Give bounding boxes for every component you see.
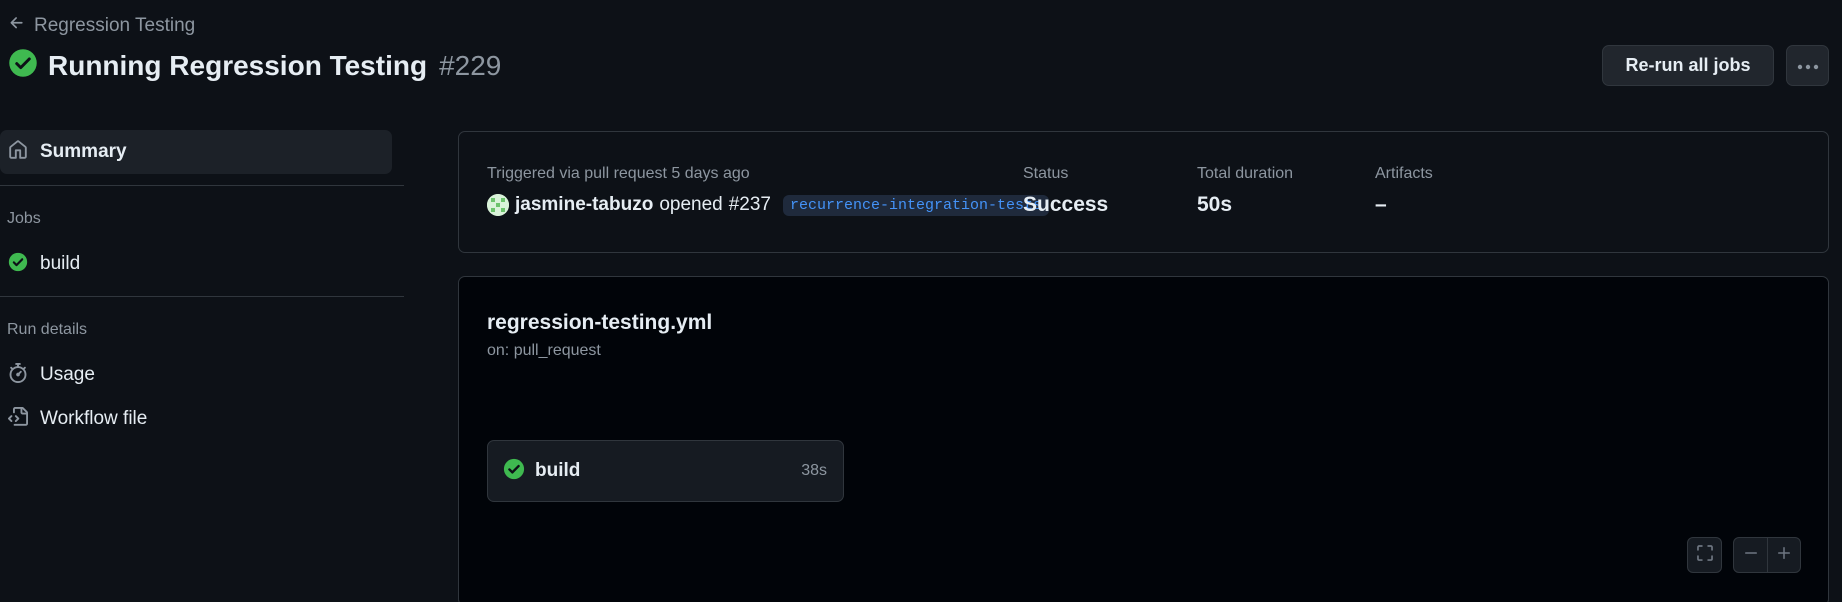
sidebar-item-label: build	[40, 253, 81, 274]
screen-full-icon	[1696, 544, 1714, 567]
success-check-icon	[8, 48, 38, 83]
pull-request-link[interactable]: #237	[729, 194, 771, 216]
fullscreen-button[interactable]	[1687, 537, 1722, 573]
zoom-in-button[interactable]	[1767, 538, 1800, 572]
sidebar-item-build[interactable]: build	[0, 246, 392, 282]
run-summary-card: Triggered via pull request 5 days ago ja…	[458, 131, 1829, 253]
job-duration: 38s	[801, 462, 827, 479]
sidebar-divider	[0, 296, 404, 297]
status-label: Status	[1023, 165, 1069, 182]
more-actions-button[interactable]	[1786, 45, 1829, 86]
sidebar-divider	[0, 185, 404, 186]
sidebar-item-label: Summary	[40, 141, 127, 162]
sidebar-item-summary[interactable]: Summary	[0, 130, 392, 174]
dash-icon	[1743, 545, 1759, 566]
plus-icon	[1776, 545, 1792, 566]
page-title: Running Regression Testing	[48, 49, 428, 81]
sidebar-item-label: Usage	[40, 364, 95, 385]
workflow-graph-card: regression-testing.yml on: pull_request …	[458, 276, 1829, 602]
run-details-heading: Run details	[7, 321, 88, 338]
back-link[interactable]: Regression Testing	[8, 14, 195, 38]
artifacts-column: Artifacts –	[1375, 165, 1433, 217]
job-name: build	[535, 460, 581, 481]
zoom-out-button[interactable]	[1734, 538, 1767, 572]
artifacts-label: Artifacts	[1375, 165, 1433, 182]
success-check-icon	[8, 252, 28, 277]
success-check-icon	[503, 458, 525, 485]
status-value: Success	[1023, 193, 1109, 216]
duration-value: 50s	[1197, 193, 1233, 216]
duration-label: Total duration	[1197, 165, 1294, 182]
sidebar-item-label: Workflow file	[40, 408, 148, 429]
duration-column: Total duration 50s	[1197, 165, 1293, 217]
sidebar-item-usage[interactable]: Usage	[0, 357, 392, 393]
job-node-build[interactable]: build 38s	[487, 440, 844, 502]
trigger-details: jasmine-tabuzo opened #237 recurrence-in…	[487, 194, 1050, 216]
zoom-controls	[1733, 537, 1801, 573]
stopwatch-icon	[8, 362, 28, 388]
jobs-heading: Jobs	[7, 210, 41, 227]
sidebar-item-workflow-file[interactable]: Workflow file	[0, 401, 392, 437]
arrow-left-icon	[8, 14, 26, 38]
artifacts-value: –	[1375, 193, 1387, 216]
home-icon	[8, 139, 28, 165]
actor-link[interactable]: jasmine-tabuzo	[515, 194, 653, 216]
back-link-label: Regression Testing	[34, 15, 196, 36]
kebab-horizontal-icon	[1797, 57, 1819, 75]
avatar[interactable]	[487, 194, 509, 216]
workflow-trigger: on: pull_request	[487, 342, 601, 359]
rerun-all-jobs-button[interactable]: Re-run all jobs	[1602, 45, 1774, 86]
workflow-file-name: regression-testing.yml	[487, 311, 713, 334]
page-header: Running Regression Testing #229	[8, 48, 501, 83]
branch-label[interactable]: recurrence-integration-tests	[783, 194, 1050, 216]
status-column: Status Success	[1023, 165, 1108, 217]
file-code-icon	[8, 406, 29, 432]
run-number: #229	[439, 49, 502, 81]
trigger-text: Triggered via pull request 5 days ago	[487, 165, 750, 182]
action-text: opened	[659, 194, 723, 215]
